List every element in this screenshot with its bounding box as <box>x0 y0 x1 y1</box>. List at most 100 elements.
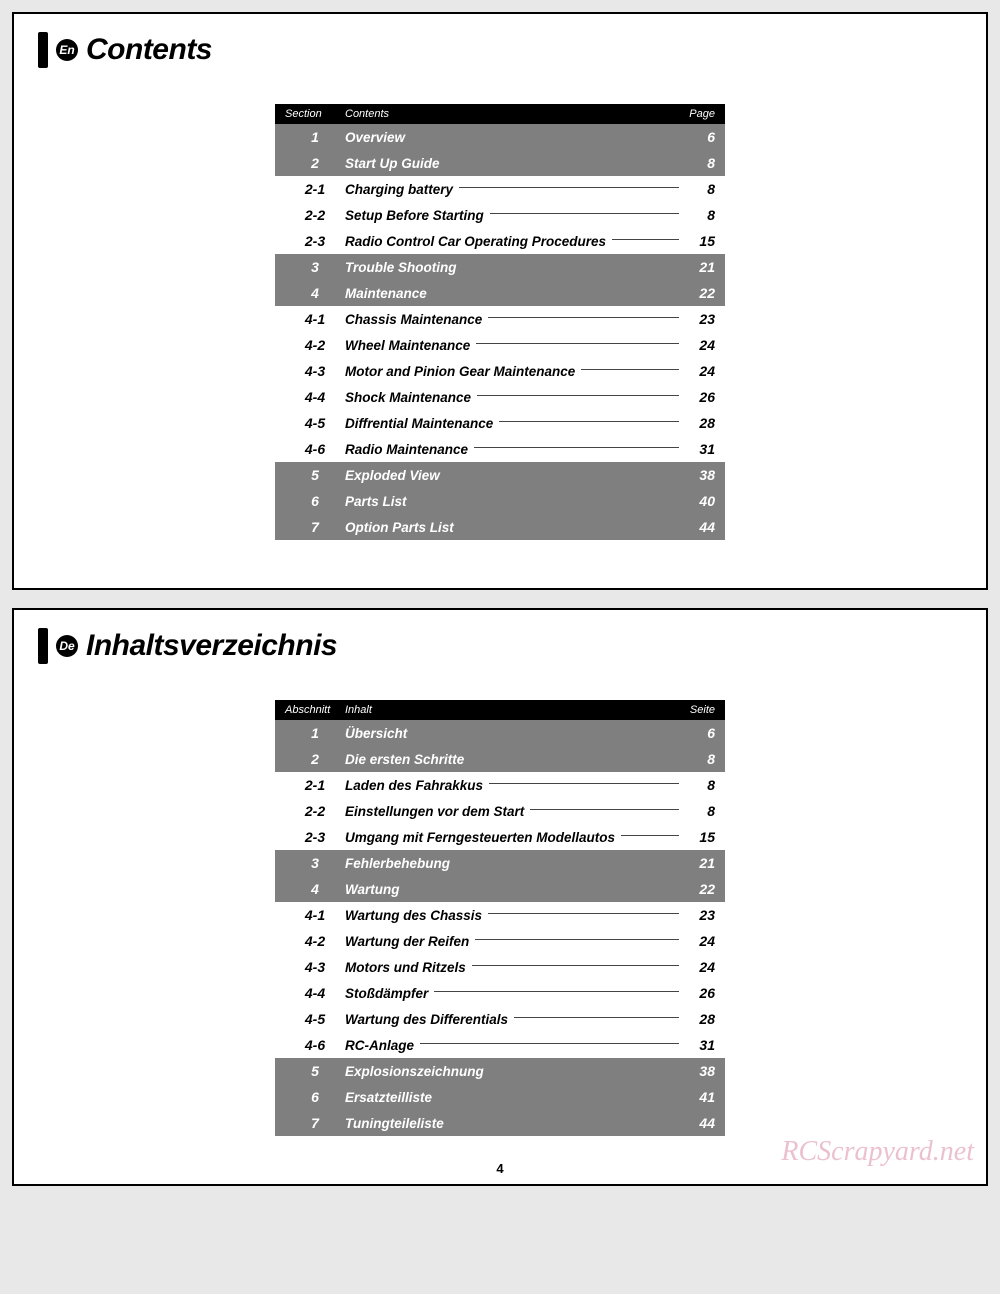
toc-title: Diffrential Maintenance <box>345 416 685 431</box>
toc-page: 8 <box>685 803 715 819</box>
toc-row: 3Fehlerbehebung21 <box>275 850 725 876</box>
toc-section: 2-3 <box>285 233 345 249</box>
toc-title: RC-Anlage <box>345 1038 685 1053</box>
toc-section: 2-2 <box>285 207 345 223</box>
lang-badge-de: De <box>56 635 78 657</box>
toc-title: Start Up Guide <box>345 156 685 171</box>
toc-page: 31 <box>685 441 715 457</box>
leader-line-icon <box>459 187 679 188</box>
toc-section: 2-1 <box>285 777 345 793</box>
leader-line-icon <box>612 239 679 240</box>
toc-title: Wartung des Differentials <box>345 1012 685 1027</box>
toc-title: Parts List <box>345 494 685 509</box>
toc-row: 4Maintenance22 <box>275 280 725 306</box>
toc-de: Abschnitt Inhalt Seite 1Übersicht62Die e… <box>275 700 725 1136</box>
toc-title: Wartung der Reifen <box>345 934 685 949</box>
toc-page: 8 <box>685 155 715 171</box>
toc-section: 7 <box>285 1115 345 1131</box>
toc-row: 5Exploded View38 <box>275 462 725 488</box>
toc-section: 4-3 <box>285 959 345 975</box>
toc-section: 5 <box>285 467 345 483</box>
toc-section: 4-2 <box>285 337 345 353</box>
toc-title-text: Trouble Shooting <box>345 260 457 275</box>
toc-title-text: RC-Anlage <box>345 1038 414 1053</box>
toc-title-text: Diffrential Maintenance <box>345 416 493 431</box>
toc-section: 1 <box>285 129 345 145</box>
toc-section: 6 <box>285 1089 345 1105</box>
th-section: Abschnitt <box>285 704 345 716</box>
leader-line-icon <box>434 991 679 992</box>
toc-title-text: Overview <box>345 130 405 145</box>
toc-section: 4 <box>285 285 345 301</box>
toc-title-text: Start Up Guide <box>345 156 440 171</box>
toc-row: 2Start Up Guide8 <box>275 150 725 176</box>
toc-page: 24 <box>685 337 715 353</box>
toc-section: 1 <box>285 725 345 741</box>
toc-title-text: Setup Before Starting <box>345 208 484 223</box>
toc-page: 44 <box>685 1115 715 1131</box>
toc-title-text: Explosionszeichnung <box>345 1064 484 1079</box>
toc-section: 4-1 <box>285 907 345 923</box>
toc-title: Setup Before Starting <box>345 208 685 223</box>
toc-page: 26 <box>685 389 715 405</box>
toc-title: Chassis Maintenance <box>345 312 685 327</box>
toc-title-text: Laden des Fahrakkus <box>345 778 483 793</box>
toc-section: 6 <box>285 493 345 509</box>
toc-title-text: Radio Maintenance <box>345 442 468 457</box>
toc-row: 3Trouble Shooting21 <box>275 254 725 280</box>
toc-row: 4-5Wartung des Differentials 28 <box>275 1006 725 1032</box>
toc-page: 21 <box>685 259 715 275</box>
toc-row: 2-3Radio Control Car Operating Procedure… <box>275 228 725 254</box>
leader-line-icon <box>621 835 679 836</box>
toc-page: 23 <box>685 907 715 923</box>
toc-section: 5 <box>285 1063 345 1079</box>
th-contents: Inhalt <box>345 704 675 716</box>
toc-section: 4-6 <box>285 1037 345 1053</box>
toc-row: 7Option Parts List44 <box>275 514 725 540</box>
lang-badge-en: En <box>56 39 78 61</box>
toc-title-text: Radio Control Car Operating Procedures <box>345 234 606 249</box>
leader-line-icon <box>490 213 679 214</box>
toc-page: 24 <box>685 363 715 379</box>
toc-title: Charging battery <box>345 182 685 197</box>
leader-line-icon <box>581 369 679 370</box>
toc-row: 4-6RC-Anlage31 <box>275 1032 725 1058</box>
toc-title-text: Wartung des Differentials <box>345 1012 508 1027</box>
toc-title-text: Die ersten Schritte <box>345 752 464 767</box>
toc-title: Die ersten Schritte <box>345 752 685 767</box>
toc-title: Motor and Pinion Gear Maintenance <box>345 364 685 379</box>
toc-title-text: Umgang mit Ferngesteuerten Modellautos <box>345 830 615 845</box>
toc-title: Laden des Fahrakkus <box>345 778 685 793</box>
leader-line-icon <box>477 395 679 396</box>
toc-row: 4-3Motors und Ritzels24 <box>275 954 725 980</box>
toc-page: 38 <box>685 1063 715 1079</box>
toc-title-text: Shock Maintenance <box>345 390 471 405</box>
toc-section: 4 <box>285 881 345 897</box>
toc-section: 2-2 <box>285 803 345 819</box>
toc-page: 40 <box>685 493 715 509</box>
toc-section: 2-1 <box>285 181 345 197</box>
heading-de: De Inhaltsverzeichnis <box>38 628 962 664</box>
toc-title: Overview <box>345 130 685 145</box>
toc-title: Maintenance <box>345 286 685 301</box>
toc-title-text: Chassis Maintenance <box>345 312 482 327</box>
toc-section: 4-5 <box>285 1011 345 1027</box>
toc-page: 24 <box>685 959 715 975</box>
toc-page: 8 <box>685 751 715 767</box>
toc-row: 2Die ersten Schritte8 <box>275 746 725 772</box>
toc-row: 2-2Einstellungen vor dem Start 8 <box>275 798 725 824</box>
toc-title-text: Einstellungen vor dem Start <box>345 804 524 819</box>
toc-page: 28 <box>685 1011 715 1027</box>
toc-title-text: Übersicht <box>345 726 407 741</box>
toc-page: 22 <box>685 285 715 301</box>
heading-title-en: Contents <box>86 33 212 67</box>
heading-title-de: Inhaltsverzeichnis <box>86 629 337 663</box>
toc-page: 8 <box>685 207 715 223</box>
leader-line-icon <box>476 343 679 344</box>
toc-rows-de: 1Übersicht62Die ersten Schritte82-1Laden… <box>275 720 725 1136</box>
heading-bar-icon <box>38 32 48 68</box>
toc-section: 4-1 <box>285 311 345 327</box>
toc-page: 28 <box>685 415 715 431</box>
toc-title: Explosionszeichnung <box>345 1064 685 1079</box>
toc-page: 38 <box>685 467 715 483</box>
